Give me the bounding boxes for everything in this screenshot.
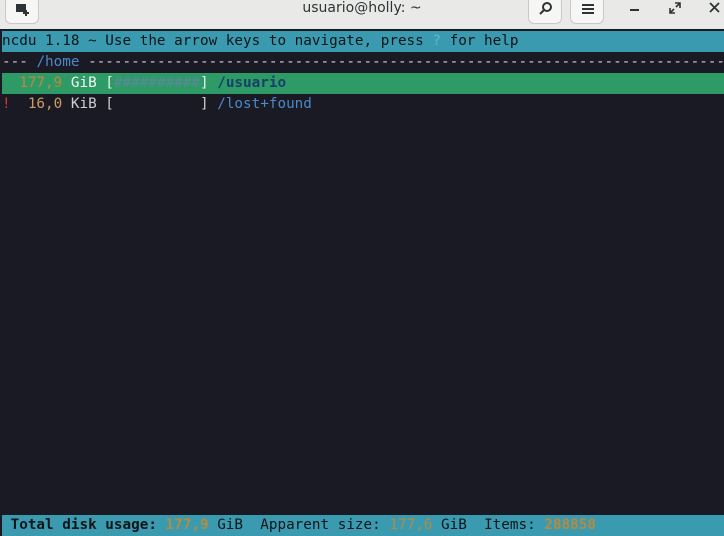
entry-size: 16,0	[27, 96, 63, 112]
items-label: Items:	[484, 517, 536, 533]
list-item[interactable]: 177,9 GiB [##########] /usuario	[2, 73, 724, 94]
apparent-size-value: 177,6	[389, 517, 433, 533]
maximize-button[interactable]	[664, 0, 686, 16]
close-button[interactable]	[704, 0, 724, 16]
apparent-size-label: Apparent size:	[260, 517, 381, 533]
graph-open: [	[96, 96, 114, 112]
terminal-content[interactable]: ncdu 1.18 ~ Use the arrow keys to naviga…	[2, 31, 724, 536]
entry-flag	[2, 75, 11, 91]
entry-unit: KiB	[70, 96, 97, 112]
search-button[interactable]	[528, 0, 562, 24]
minimize-button[interactable]	[624, 0, 646, 16]
path-prefix: ---	[2, 54, 37, 70]
usage-graph	[114, 96, 200, 112]
menu-button[interactable]	[570, 0, 604, 24]
apparent-size-unit: GiB	[441, 517, 467, 533]
current-path: /home	[36, 54, 80, 70]
minimize-icon	[630, 9, 639, 11]
ncdu-status-bar: Total disk usage: 177,9 GiB Apparent siz…	[2, 515, 724, 536]
total-disk-usage-label: Total disk usage:	[10, 517, 157, 533]
maximize-icon	[669, 2, 681, 14]
total-disk-usage-value: 177,9	[165, 517, 209, 533]
entry-flag: !	[2, 96, 11, 112]
graph-close: ]	[200, 75, 209, 91]
search-icon	[539, 2, 552, 15]
entry-name: /lost+found	[217, 96, 312, 112]
graph-close: ]	[200, 96, 209, 112]
hamburger-menu-icon	[582, 4, 594, 14]
ncdu-header-bar: ncdu 1.18 ~ Use the arrow keys to naviga…	[2, 31, 724, 52]
usage-graph: ##########	[113, 75, 200, 91]
header-suffix: for help	[440, 33, 519, 49]
graph-open: [	[96, 75, 114, 91]
path-dashes: ----------------------------------------…	[88, 54, 724, 70]
close-icon	[709, 2, 720, 13]
current-directory-line: --- /home ------------------------------…	[2, 52, 724, 73]
items-value: 288858	[544, 517, 596, 533]
total-disk-usage-unit: GiB	[217, 517, 244, 533]
header-text: ncdu 1.18 ~ Use the arrow keys to naviga…	[2, 33, 433, 49]
terminal-window: usuario@holly: ~ ncdu 1.18 ~ Use the arr…	[0, 0, 724, 536]
help-key: ?	[432, 33, 441, 49]
entry-unit: GiB	[70, 75, 97, 91]
entry-name: /usuario	[217, 75, 287, 91]
entry-size: 177,9	[19, 75, 63, 91]
window-title: usuario@holly: ~	[302, 0, 422, 16]
list-item[interactable]: ! 16,0 KiB [ ] /lost+found	[2, 94, 724, 115]
title-bar[interactable]: usuario@holly: ~	[0, 0, 724, 29]
